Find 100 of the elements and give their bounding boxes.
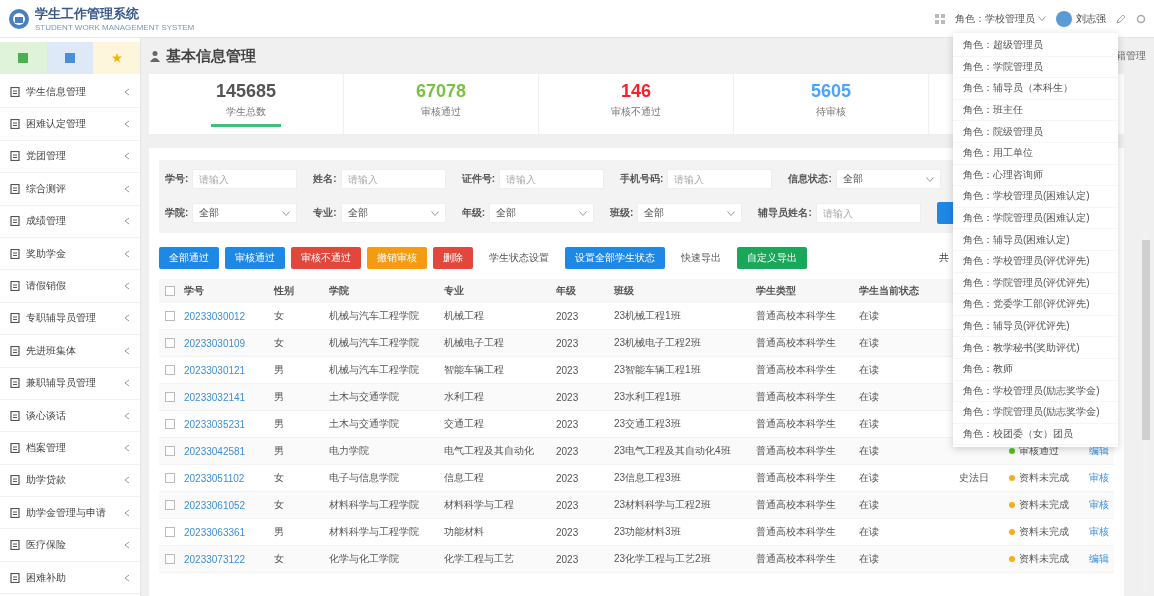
role-dropdown[interactable]: 角色：学校管理员 xyxy=(955,11,1035,26)
column-header[interactable]: 学生当前状态 xyxy=(859,284,919,298)
action-button[interactable]: 设置全部学生状态 xyxy=(565,247,665,269)
input-field[interactable]: 请输入 xyxy=(815,203,921,223)
document-icon xyxy=(10,475,20,486)
table-cell: 普通高校本科学生 xyxy=(756,390,836,404)
student-id-link[interactable]: 20233030121 xyxy=(184,364,246,376)
checkbox[interactable] xyxy=(165,446,175,456)
select-field[interactable]: 全部 xyxy=(489,203,595,223)
column-header[interactable]: 学号 xyxy=(184,284,204,298)
shortcut-button[interactable] xyxy=(46,42,94,74)
input-field[interactable]: 请输入 xyxy=(192,169,298,189)
action-link[interactable]: 审核 xyxy=(1089,525,1109,539)
select-field[interactable]: 全部 xyxy=(637,203,743,223)
column-header[interactable]: 专业 xyxy=(444,284,464,298)
field-label: 辅导员姓名: xyxy=(758,206,812,220)
checkbox[interactable] xyxy=(165,500,175,510)
action-button[interactable]: 全部通过 xyxy=(159,247,219,269)
table-cell: 2023 xyxy=(556,391,579,403)
field-label: 姓名: xyxy=(313,172,337,186)
checkbox[interactable] xyxy=(165,311,175,321)
action-link[interactable]: 编辑 xyxy=(1089,552,1109,566)
sidebar-item[interactable]: 谈心谈话 xyxy=(0,399,140,433)
chevron-icon xyxy=(124,444,130,452)
status-text: 资料未完成 xyxy=(1019,471,1069,485)
column-header[interactable]: 性别 xyxy=(274,284,294,298)
user-name[interactable]: 刘志强 xyxy=(1076,11,1106,26)
sidebar-item[interactable]: 专职辅导员管理 xyxy=(0,302,140,336)
student-id-link[interactable]: 20233063361 xyxy=(184,526,246,538)
checkbox[interactable] xyxy=(165,473,175,483)
stat-tab[interactable]: 67078 审核通过 xyxy=(344,74,539,134)
table-cell: 材料科学与工程 xyxy=(444,498,514,512)
action-button[interactable]: 审核通过 xyxy=(225,247,285,269)
sidebar-item[interactable]: 成绩管理 xyxy=(0,205,140,238)
sidebar-item[interactable]: 困难补助 xyxy=(0,561,140,595)
sidebar-item[interactable]: 学生信息管理 xyxy=(0,76,140,109)
stat-tab[interactable]: 145685 学生总数 xyxy=(149,74,344,134)
input-field[interactable]: 请输入 xyxy=(340,169,446,189)
menu-item[interactable]: 角色：校团委（女）团员 xyxy=(953,423,1118,446)
menu-item[interactable]: 角色：学院管理员(困难认定) xyxy=(953,207,1118,230)
menu-item[interactable]: 角色：用工单位 xyxy=(953,142,1118,165)
menu-item[interactable]: 角色：教师 xyxy=(953,358,1118,381)
checkbox[interactable] xyxy=(165,392,175,402)
sidebar-item[interactable]: 先进班集体 xyxy=(0,335,140,368)
menu-item[interactable]: 角色：辅导员(评优评先) xyxy=(953,315,1118,338)
action-button[interactable]: 审核不通过 xyxy=(291,247,361,269)
sidebar-item[interactable]: 党团管理 xyxy=(0,140,140,174)
checkbox[interactable] xyxy=(165,338,175,348)
column-header[interactable]: 年级 xyxy=(556,284,576,298)
student-id-link[interactable]: 20233030012 xyxy=(184,310,246,322)
sidebar-item[interactable]: 助学贷款 xyxy=(0,464,140,498)
menu-item[interactable]: 角色：学校管理员(励志奖学金) xyxy=(953,380,1118,403)
shortcut-button[interactable] xyxy=(0,42,47,74)
sidebar-item[interactable]: 助学金管理与申请 xyxy=(0,497,140,530)
select-field[interactable]: 全部 xyxy=(192,203,298,223)
action-button[interactable]: 删除 xyxy=(433,247,473,269)
shortcut-button[interactable] xyxy=(93,42,140,74)
menu-item[interactable]: 角色：学院管理员 xyxy=(953,56,1118,79)
action-link[interactable]: 审核 xyxy=(1089,471,1109,485)
menu-item[interactable]: 角色：学校管理员(评优评先) xyxy=(953,250,1118,273)
checkbox[interactable] xyxy=(165,419,175,429)
sidebar-item[interactable]: 困难认定管理 xyxy=(0,108,140,141)
menu-item[interactable]: 角色：学院管理员(评优评先) xyxy=(953,272,1118,295)
sidebar-item[interactable]: 综合测评 xyxy=(0,173,140,206)
sidebar-item[interactable]: 兼职辅导员管理 xyxy=(0,367,140,400)
menu-item[interactable]: 角色：辅导员(困难认定) xyxy=(953,229,1118,251)
tab-label[interactable]: 籍管理 xyxy=(1116,49,1146,63)
checkbox[interactable] xyxy=(165,527,175,537)
stat-tab[interactable]: 146 审核不通过 xyxy=(539,74,734,134)
menu-item[interactable]: 角色：学校管理员(困难认定) xyxy=(953,186,1118,208)
sidebar-item[interactable]: 请假销假 xyxy=(0,270,140,303)
avatar[interactable] xyxy=(1056,10,1072,27)
checkbox[interactable] xyxy=(165,365,175,375)
sidebar-item[interactable]: 医疗保险 xyxy=(0,529,140,562)
pencil-icon[interactable] xyxy=(1116,13,1126,24)
column-header[interactable]: 学院 xyxy=(329,284,349,298)
menu-item[interactable]: 角色：超级管理员 xyxy=(953,35,1118,57)
checkbox[interactable] xyxy=(165,286,175,296)
menu-item[interactable]: 角色：辅导员（本科生） xyxy=(953,78,1118,100)
grid-icon[interactable] xyxy=(935,13,945,24)
column-header[interactable]: 学生类型 xyxy=(756,284,796,298)
menu-item[interactable]: 角色：心理咨询师 xyxy=(953,164,1118,187)
action-link[interactable]: 审核 xyxy=(1089,498,1109,512)
sidebar-item[interactable]: 奖助学金 xyxy=(0,237,140,271)
field-label: 班级: xyxy=(610,206,634,220)
menu-item[interactable]: 角色：党委学工部(评优评先) xyxy=(953,294,1118,316)
select-field[interactable]: 全部 xyxy=(835,169,941,189)
student-id-link[interactable]: 20233051102 xyxy=(184,472,245,484)
select-field[interactable]: 全部 xyxy=(340,203,446,223)
input-field[interactable]: 请输入 xyxy=(667,169,773,189)
menu-item[interactable]: 角色：班主任 xyxy=(953,99,1118,122)
student-id-link[interactable]: 20233035231 xyxy=(184,418,246,430)
menu-item[interactable]: 角色：院级管理员 xyxy=(953,121,1118,143)
input-field[interactable]: 请输入 xyxy=(499,169,605,189)
sidebar-item[interactable]: 档案管理 xyxy=(0,432,140,465)
stat-tab[interactable]: 5605 待审核 xyxy=(734,74,929,134)
menu-item[interactable]: 角色：教学秘书(奖助评优) xyxy=(953,337,1118,359)
checkbox[interactable] xyxy=(165,554,175,564)
column-header[interactable]: 班级 xyxy=(614,284,634,298)
menu-item[interactable]: 角色：学院管理员(励志奖学金) xyxy=(953,402,1118,424)
